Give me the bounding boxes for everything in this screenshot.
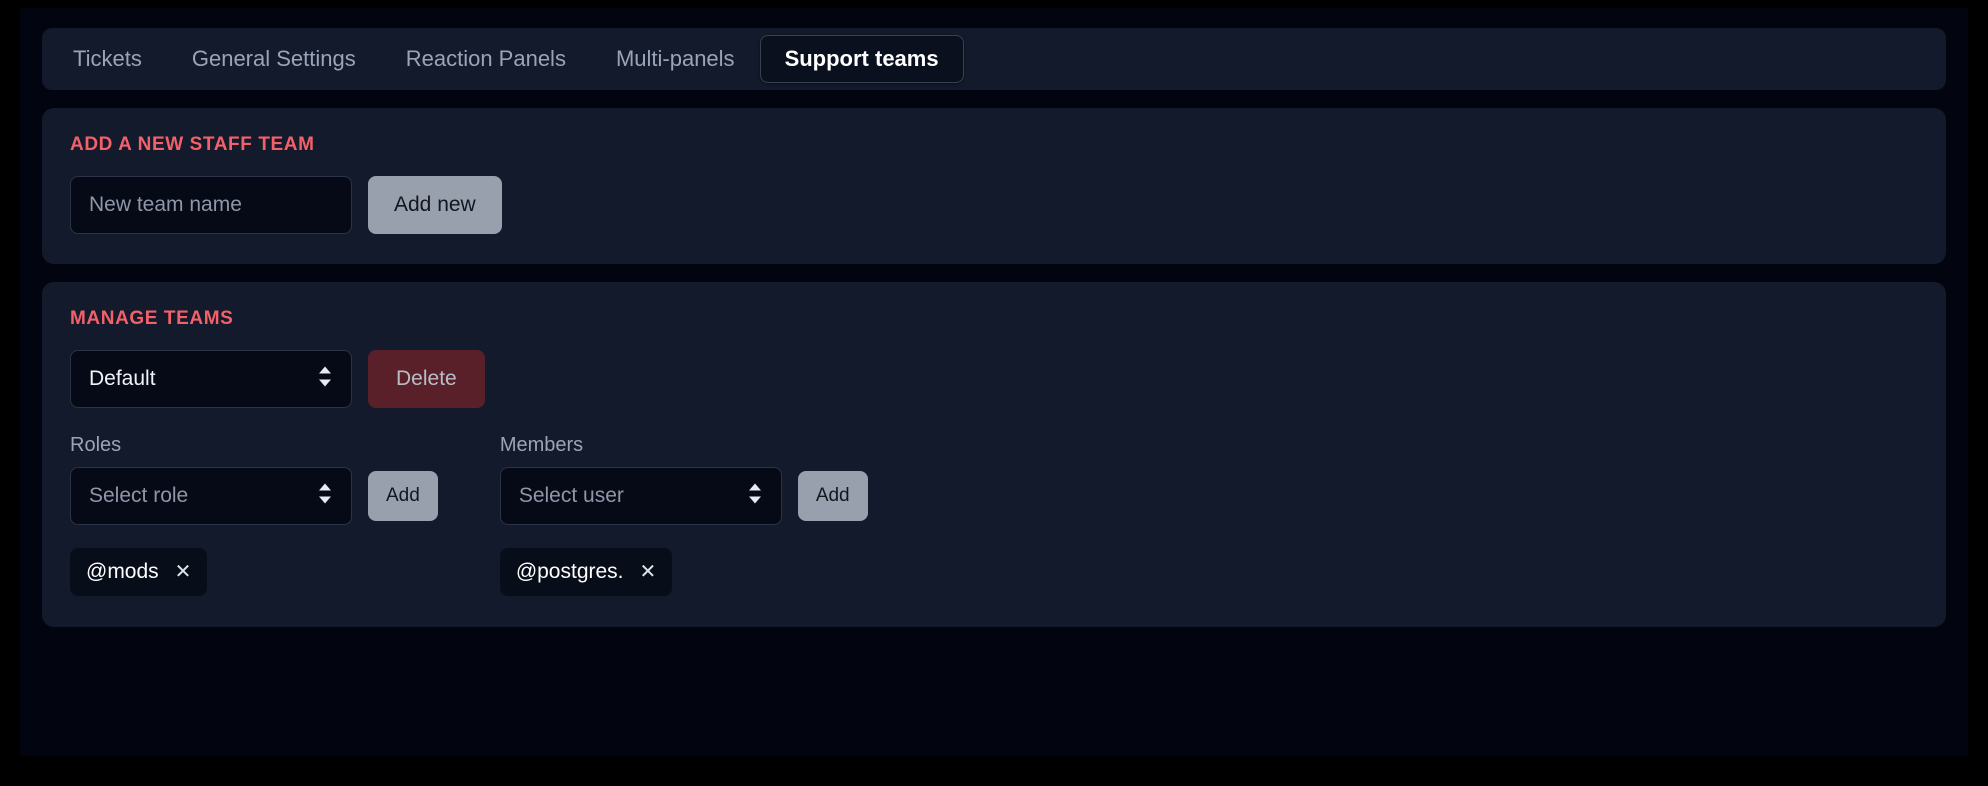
manage-teams-panel: MANAGE TEAMS Default Delete Roles Select… — [42, 282, 1946, 627]
add-role-button[interactable]: Add — [368, 471, 438, 521]
members-group: Members Select user Add @postgres. ✕ — [499, 434, 868, 597]
role-chip-list: @mods ✕ — [70, 547, 438, 597]
role-chip: @mods ✕ — [70, 548, 208, 596]
roles-label: Roles — [70, 434, 122, 456]
role-chip-label: @mods — [86, 560, 159, 583]
settings-page: Tickets General Settings Reaction Panels… — [20, 8, 1968, 756]
settings-tab-bar: Tickets General Settings Reaction Panels… — [42, 28, 1946, 90]
user-select-value: Select user — [518, 484, 624, 507]
roles-and-members-groups: Roles Select role Add @mods ✕ Members Se… — [70, 434, 1918, 597]
tab-reaction-panels[interactable]: Reaction Panels — [381, 35, 591, 83]
tab-support-teams[interactable]: Support teams — [759, 34, 964, 84]
user-select[interactable]: Select user — [499, 467, 782, 525]
role-select-box[interactable]: Select role — [70, 467, 352, 525]
role-select[interactable]: Select role — [70, 467, 352, 525]
team-select-box[interactable]: Default — [70, 350, 352, 408]
tab-general-settings[interactable]: General Settings — [167, 35, 381, 83]
delete-team-button[interactable]: Delete — [368, 350, 485, 408]
close-icon[interactable]: ✕ — [640, 562, 657, 582]
add-new-team-button[interactable]: Add new — [368, 176, 502, 234]
team-selector-row: Default Delete — [70, 350, 1918, 408]
member-chip-label: @postgres. — [515, 560, 624, 583]
members-label: Members — [499, 434, 584, 456]
manage-teams-section-title: MANAGE TEAMS — [70, 308, 234, 329]
add-member-button[interactable]: Add — [797, 471, 868, 521]
add-team-section-title: ADD A NEW STAFF TEAM — [70, 134, 315, 155]
roles-control-row: Select role Add — [70, 467, 438, 525]
tab-tickets[interactable]: Tickets — [48, 35, 167, 83]
viewport-frame: Tickets General Settings Reaction Panels… — [0, 0, 1988, 786]
member-chip-list: @postgres. ✕ — [499, 547, 868, 597]
close-icon[interactable]: ✕ — [175, 562, 192, 582]
tab-multi-panels[interactable]: Multi-panels — [591, 35, 760, 83]
roles-group: Roles Select role Add @mods ✕ — [70, 434, 438, 597]
members-control-row: Select user Add — [499, 467, 868, 525]
member-chip: @postgres. ✕ — [499, 548, 673, 596]
new-team-name-input[interactable] — [70, 176, 352, 234]
team-select-value: Default — [89, 367, 156, 390]
user-select-box[interactable]: Select user — [499, 467, 782, 525]
role-select-value: Select role — [89, 484, 189, 507]
add-new-staff-team-panel: ADD A NEW STAFF TEAM Add new — [42, 108, 1946, 264]
team-select[interactable]: Default — [70, 350, 352, 408]
add-team-form-row: Add new — [70, 176, 1918, 234]
